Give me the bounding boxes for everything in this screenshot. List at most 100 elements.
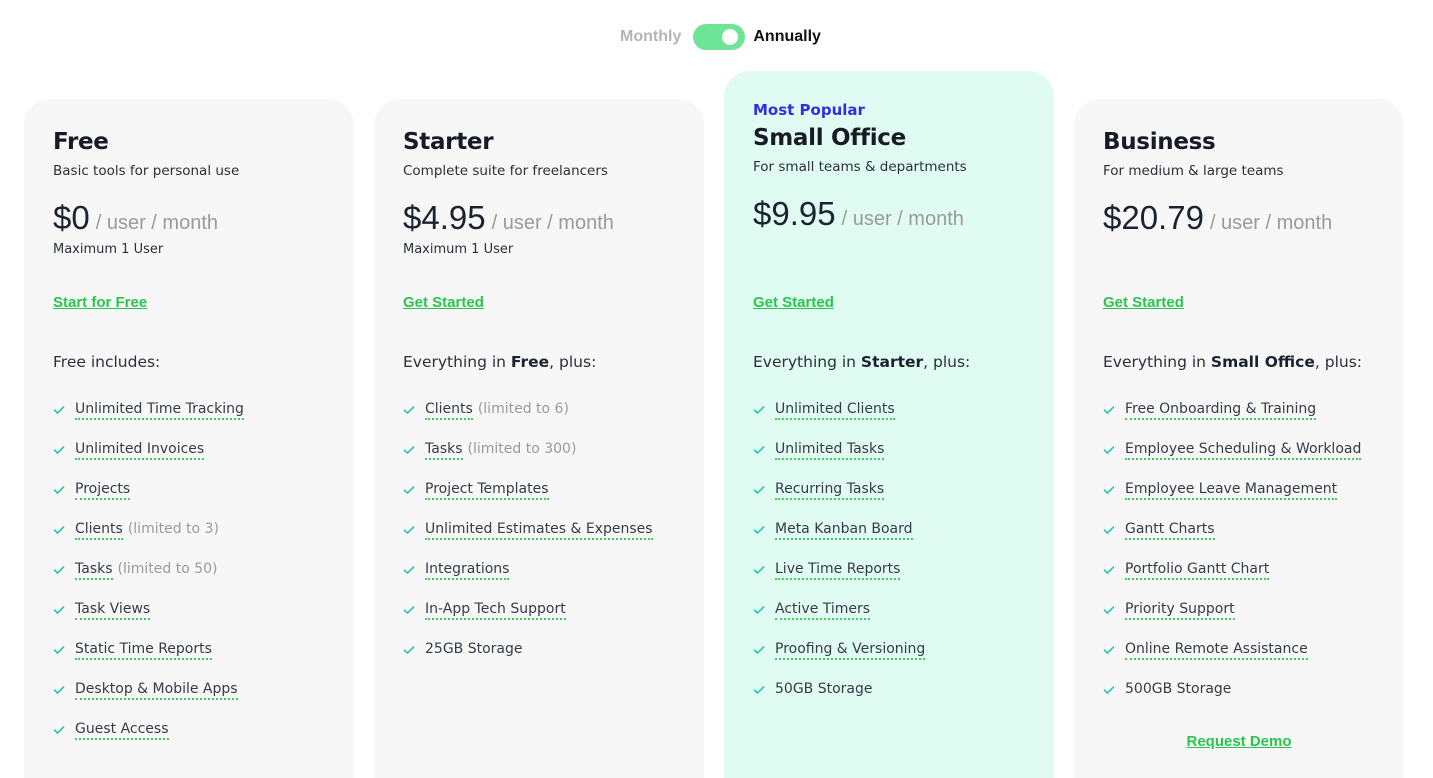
feature-label[interactable]: Portfolio Gantt Chart <box>1125 561 1270 580</box>
feature-label[interactable]: Employee Leave Management <box>1125 481 1338 500</box>
feature-label[interactable]: Unlimited Clients <box>775 401 895 420</box>
includes-heading: Everything in Small Office, plus: <box>1103 353 1384 371</box>
feature-label[interactable]: Desktop & Mobile Apps <box>75 681 238 700</box>
feature-item: Guest Access <box>53 721 334 761</box>
feature-item: Tasks (limited to 300) <box>403 441 684 481</box>
check-icon <box>53 486 65 494</box>
feature-item: Employee Scheduling & Workload <box>1103 441 1384 481</box>
feature-item: Meta Kanban Board <box>753 521 1034 561</box>
feature-item: Employee Leave Management <box>1103 481 1384 521</box>
plan-name: Free <box>53 129 109 155</box>
price-unit: / user / month <box>95 212 218 234</box>
check-icon <box>403 446 415 454</box>
feature-label[interactable]: Guest Access <box>75 721 169 740</box>
plan-name: Small Office <box>753 125 906 151</box>
includes-prefix: Everything in <box>753 353 861 371</box>
feature-item: Recurring Tasks <box>753 481 1034 521</box>
feature-limit-note: (limited to 3) <box>127 521 219 537</box>
feature-item: Priority Support <box>1103 601 1384 641</box>
feature-label[interactable]: Project Templates <box>425 481 549 500</box>
feature-item: 50GB Storage <box>753 681 1034 721</box>
get-started-button[interactable]: Get Started <box>403 294 484 311</box>
feature-item: Tasks (limited to 50) <box>53 561 334 601</box>
feature-label[interactable]: Clients <box>425 401 473 420</box>
max-users-note: Maximum 1 User <box>53 242 164 257</box>
check-icon <box>403 406 415 414</box>
feature-label[interactable]: Active Timers <box>775 601 871 620</box>
check-icon <box>1103 406 1115 414</box>
feature-label: 50GB Storage <box>775 681 873 697</box>
feature-label[interactable]: Recurring Tasks <box>775 481 885 500</box>
annually-label[interactable]: Annually <box>753 28 821 46</box>
feature-label[interactable]: Meta Kanban Board <box>775 521 913 540</box>
feature-label[interactable]: Employee Scheduling & Workload <box>1125 441 1362 460</box>
includes-prefix: Everything in <box>1103 353 1211 371</box>
price-unit: / user / month <box>491 212 614 234</box>
feature-label[interactable]: Unlimited Tasks <box>775 441 885 460</box>
feature-label[interactable]: Priority Support <box>1125 601 1235 620</box>
check-icon <box>403 486 415 494</box>
feature-label[interactable]: Clients <box>75 521 123 540</box>
switch-knob <box>722 29 739 45</box>
check-icon <box>53 566 65 574</box>
includes-heading: Free includes: <box>53 353 161 371</box>
feature-label[interactable]: Static Time Reports <box>75 641 212 660</box>
includes-suffix: , plus: <box>923 353 971 371</box>
get-started-button[interactable]: Get Started <box>1103 294 1184 311</box>
feature-list: Clients (limited to 6) Tasks (limited to 30… <box>403 401 684 681</box>
request-demo-button[interactable]: Request Demo <box>1186 733 1291 750</box>
feature-label[interactable]: Integrations <box>425 561 510 580</box>
includes-heading: Everything in Starter, plus: <box>753 353 1034 371</box>
plan-description: For small teams & departments <box>753 159 967 175</box>
feature-item: Portfolio Gantt Chart <box>1103 561 1384 601</box>
feature-label[interactable]: Tasks <box>75 561 113 580</box>
check-icon <box>753 606 765 614</box>
feature-label[interactable]: In-App Tech Support <box>425 601 566 620</box>
feature-label: 25GB Storage <box>425 641 523 657</box>
feature-label[interactable]: Tasks <box>425 441 463 460</box>
check-icon <box>53 446 65 454</box>
start-for-free-button[interactable]: Start for Free <box>53 294 147 311</box>
includes-plan-name: Starter <box>860 353 924 371</box>
check-icon <box>753 686 765 694</box>
feature-label[interactable]: Proofing & Versioning <box>775 641 926 660</box>
check-icon <box>753 646 765 654</box>
price-row: $20.79 / user / month <box>1103 199 1384 237</box>
plan-card-business: Business For medium & large teams $20.79… <box>1074 99 1404 778</box>
feature-label[interactable]: Online Remote Assistance <box>1125 641 1308 660</box>
check-icon <box>403 566 415 574</box>
check-icon <box>753 486 765 494</box>
feature-label[interactable]: Unlimited Time Tracking <box>75 401 244 420</box>
feature-item: Gantt Charts <box>1103 521 1384 561</box>
check-icon <box>1103 686 1115 694</box>
check-icon <box>753 446 765 454</box>
check-icon <box>53 606 65 614</box>
monthly-label[interactable]: Monthly <box>620 28 681 46</box>
price-row: $9.95 / user / month <box>753 195 1034 233</box>
feature-label[interactable]: Projects <box>75 481 131 500</box>
plan-price: $0 <box>53 199 90 236</box>
get-started-button[interactable]: Get Started <box>753 294 834 311</box>
feature-label[interactable]: Free Onboarding & Training <box>1125 401 1317 420</box>
feature-label[interactable]: Task Views <box>75 601 151 620</box>
feature-item: Free Onboarding & Training <box>1103 401 1384 441</box>
feature-limit-note: (limited to 300) <box>467 441 577 457</box>
check-icon <box>753 566 765 574</box>
feature-list: Free Onboarding & Training Employee Sched… <box>1103 401 1384 721</box>
check-icon <box>1103 646 1115 654</box>
feature-label[interactable]: Unlimited Invoices <box>75 441 205 460</box>
feature-item: Proofing & Versioning <box>753 641 1034 681</box>
check-icon <box>1103 486 1115 494</box>
feature-label[interactable]: Unlimited Estimates & Expenses <box>425 521 653 540</box>
price-row: $0 / user / month <box>53 199 334 237</box>
check-icon <box>403 646 415 654</box>
billing-period-switch[interactable] <box>693 24 746 50</box>
plan-card-free: Free Basic tools for personal use $0 / u… <box>24 99 354 778</box>
check-icon <box>53 646 65 654</box>
check-icon <box>1103 526 1115 534</box>
check-icon <box>1103 606 1115 614</box>
feature-label[interactable]: Live Time Reports <box>775 561 901 580</box>
feature-item: Unlimited Invoices <box>53 441 334 481</box>
feature-label[interactable]: Gantt Charts <box>1125 521 1215 540</box>
feature-item: Clients (limited to 3) <box>53 521 334 561</box>
